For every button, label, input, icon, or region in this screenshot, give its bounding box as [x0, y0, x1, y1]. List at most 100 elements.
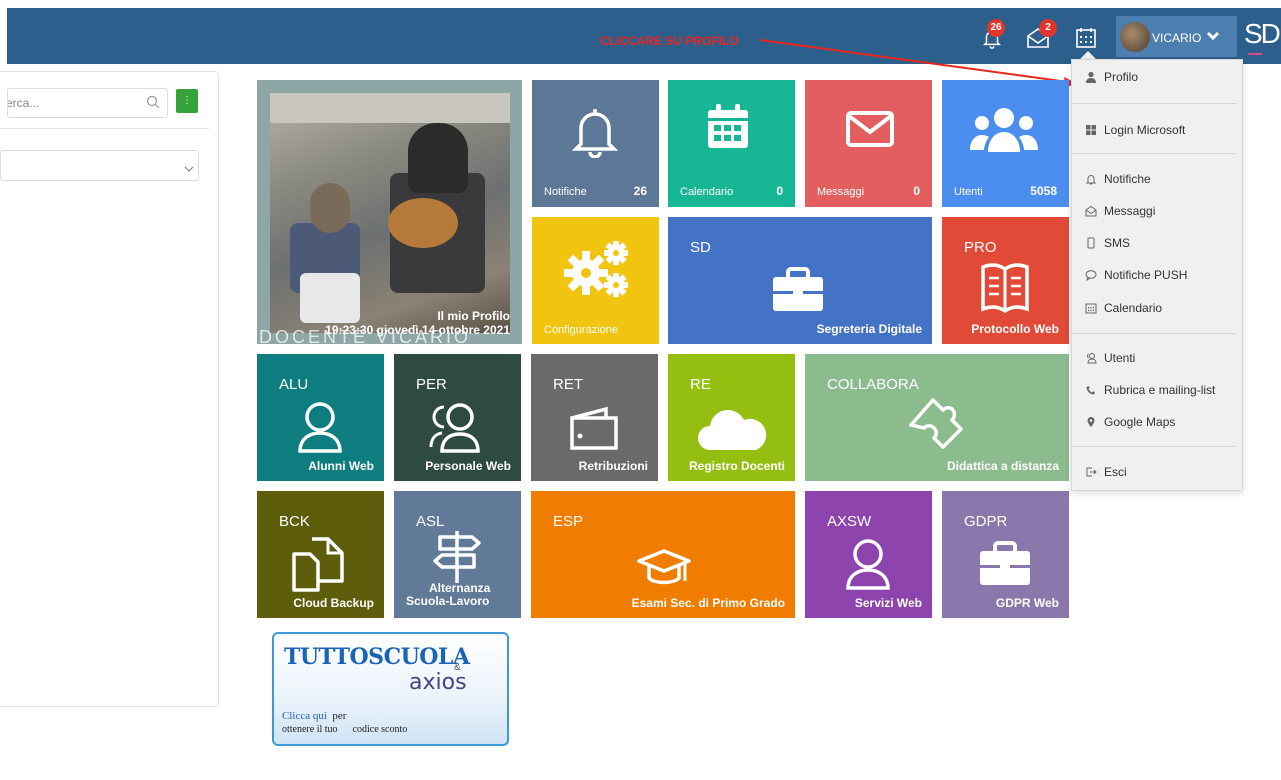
tile-personale-web[interactable]: PER Personale Web: [394, 354, 521, 481]
menu-item-label: Utenti: [1104, 351, 1136, 365]
notifications-badge: 26: [987, 19, 1005, 37]
profile-label: Il mio Profilo: [437, 309, 510, 323]
tile-gdpr-web[interactable]: GDPR GDPR Web: [942, 491, 1069, 618]
tile-registro-docenti[interactable]: RE Registro Docenti: [668, 354, 795, 481]
tile-label: Messaggi: [817, 186, 865, 198]
users-icon: [970, 108, 1038, 152]
menu-item-calendario[interactable]: Calendario: [1085, 301, 1162, 315]
gears-icon: [564, 241, 628, 297]
filter-select[interactable]: [0, 150, 199, 181]
users-icon: [1087, 353, 1097, 364]
copy-icon: [292, 537, 344, 592]
tile-code: ESP: [553, 513, 584, 530]
tile-cloud-backup[interactable]: BCK Cloud Backup: [257, 491, 384, 618]
briefcase-icon: [773, 267, 823, 311]
tile-notifiche[interactable]: Notifiche 26: [532, 80, 659, 207]
tile-label: Protocollo Web: [971, 322, 1059, 336]
tile-segreteria-digitale[interactable]: SD Segreteria Digitale: [668, 217, 932, 344]
tile-label: Alunni Web: [308, 459, 374, 473]
tile-alunni-web[interactable]: ALU Alunni Web: [257, 354, 384, 481]
menu-item-sms[interactable]: SMS: [1085, 236, 1130, 250]
menu-item-esci[interactable]: Esci: [1085, 465, 1127, 479]
menu-item-notifiche[interactable]: Notifiche: [1085, 172, 1151, 186]
users-icon: [429, 403, 480, 453]
menu-item-google-maps[interactable]: Google Maps: [1085, 415, 1175, 429]
banner-line1: Clicca qui per: [282, 710, 346, 722]
menu-item-utenti[interactable]: Utenti: [1085, 351, 1135, 365]
menu-item-profilo[interactable]: Profilo: [1085, 70, 1138, 84]
tile-alternanza-scuola-lavoro[interactable]: ASL Alternanza Scuola-Lavoro: [394, 491, 521, 618]
search-placeholder: erca...: [7, 96, 40, 110]
menu-item-login-microsoft[interactable]: Login Microsoft: [1085, 123, 1185, 137]
graduation-cap-icon: [637, 549, 691, 585]
dropdown-caret: [1080, 51, 1096, 59]
avatar: [1120, 22, 1150, 52]
tile-label-line2: Scuola-Lavoro: [406, 594, 490, 608]
calendar-icon[interactable]: [1075, 27, 1097, 54]
menu-item-messaggi[interactable]: Messaggi: [1085, 204, 1155, 218]
profile-photo: [270, 93, 510, 333]
tile-servizi-web[interactable]: AXSW Servizi Web: [805, 491, 932, 618]
tile-label: Personale Web: [425, 459, 511, 473]
tile-retribuzioni[interactable]: RET Retribuzioni: [531, 354, 658, 481]
tile-calendario[interactable]: Calendario 0: [668, 80, 795, 207]
sign-out-icon: [1086, 467, 1097, 477]
search-icon[interactable]: [146, 95, 160, 114]
tile-protocollo-web[interactable]: PRO Protocollo Web: [942, 217, 1069, 344]
menu-divider: [1072, 103, 1237, 104]
envelope-icon: [846, 111, 894, 147]
tuttoscuola-banner[interactable]: TUTTOSCUOLA & axios Clicca qui per otten…: [272, 632, 509, 746]
tile-code: ALU: [279, 376, 309, 393]
menu-item-label: Login Microsoft: [1104, 123, 1186, 137]
user-icon: [846, 539, 890, 590]
tile-esami[interactable]: ESP Esami Sec. di Primo Grado: [531, 491, 795, 618]
map-marker-icon: [1087, 417, 1095, 427]
logo[interactable]: SD: [1244, 18, 1281, 50]
menu-divider: [1072, 446, 1237, 447]
options-button[interactable]: ⋮: [176, 89, 198, 113]
bell-icon: [1085, 175, 1097, 185]
page-root: { "topbar": { "annotation": "CLICCARE SU…: [0, 0, 1281, 780]
tile-label: GDPR Web: [995, 596, 1059, 610]
tile-label: Retribuzioni: [578, 459, 648, 473]
tile-label: Servizi Web: [854, 596, 922, 610]
menu-item-label: Esci: [1104, 465, 1127, 479]
menu-divider: [1072, 333, 1237, 334]
comment-icon: [1085, 270, 1097, 281]
tile-code: PER: [416, 376, 447, 393]
tile-configurazione[interactable]: Configurazione: [532, 217, 659, 344]
search-input[interactable]: erca...: [7, 88, 168, 118]
tile-count: 0: [776, 184, 783, 198]
banner-title: TUTTOSCUOLA: [284, 644, 470, 670]
tile-code: ASL: [416, 513, 445, 530]
tile-code: BCK: [279, 513, 310, 530]
tile-label: Alternanza Scuola-Lavoro: [406, 582, 490, 608]
tile-code: AXSW: [827, 513, 872, 530]
tile-label: Utenti: [954, 186, 983, 198]
menu-item-rubrica[interactable]: Rubrica e mailing-list: [1085, 383, 1215, 397]
tile-label: Configurazione: [544, 324, 618, 336]
calendar-icon: [1085, 303, 1097, 314]
menu-item-label: Messaggi: [1104, 204, 1156, 218]
puzzle-icon: [909, 398, 963, 449]
tile-utenti[interactable]: Utenti 5058: [942, 80, 1069, 207]
tile-label: Calendario: [680, 186, 734, 198]
book-icon: [981, 263, 1029, 313]
profile-datetime: 19:23:30 giovedì 14 ottobre 2021: [325, 323, 510, 337]
menu-item-label: Notifiche PUSH: [1104, 268, 1188, 282]
banner-link[interactable]: Clicca qui: [282, 710, 327, 722]
user-name: VICARIO: [1152, 31, 1202, 45]
chevron-down-icon: [184, 160, 194, 178]
phone-handset-icon: [1086, 386, 1095, 395]
menu-divider: [1072, 153, 1237, 154]
signpost-icon: [433, 531, 481, 583]
profile-tile[interactable]: DOCENTE VICARIO Il mio Profilo 19:23:30 …: [257, 80, 522, 347]
tile-didattica-a-distanza[interactable]: COLLABORA Didattica a distanza: [805, 354, 1069, 481]
user-icon: [298, 402, 342, 453]
banner-line2: ottenere il tuo codice sconto: [282, 724, 407, 735]
banner-brand: axios: [409, 670, 467, 695]
tile-messaggi[interactable]: Messaggi 0: [805, 80, 932, 207]
tile-label: Notifiche: [544, 186, 587, 198]
tile-count: 26: [633, 184, 647, 198]
menu-item-notifiche-push[interactable]: Notifiche PUSH: [1085, 268, 1187, 282]
